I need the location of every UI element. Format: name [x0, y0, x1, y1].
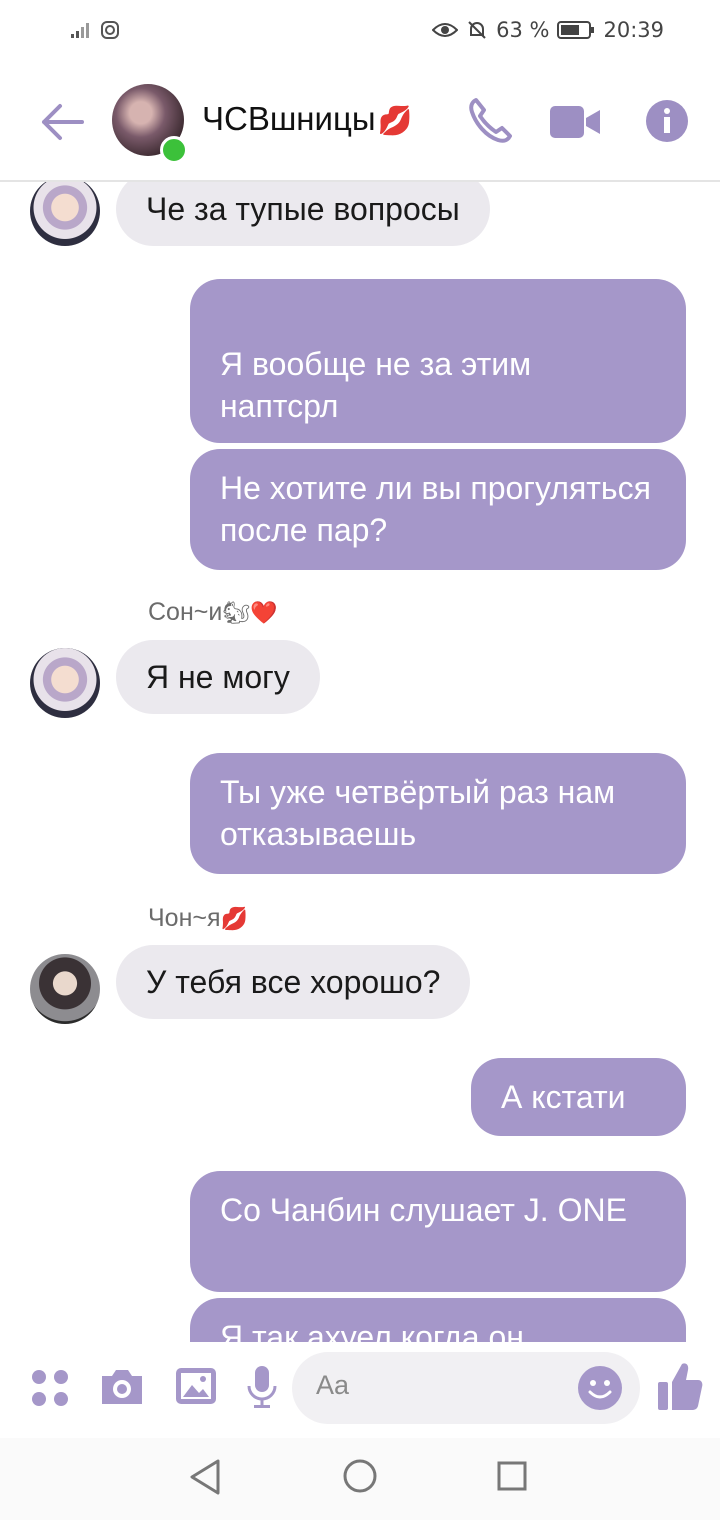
signal-icon [71, 23, 89, 38]
message-text: Че за тупые вопросы [146, 191, 460, 227]
outgoing-message[interactable]: Не хотите ли вы прогуляться после пар? [190, 449, 686, 570]
message-text: Я не могу [146, 659, 290, 695]
phone-icon[interactable] [466, 96, 514, 146]
squirrel-heart-emoji-icon: 🐿❤️ [222, 600, 278, 625]
outgoing-message[interactable]: Я вообще не за этим наптсрл [190, 279, 686, 443]
thumbs-up-icon[interactable] [656, 1360, 704, 1412]
message-text: Я вообще не за этим наптсрл [220, 346, 532, 424]
outgoing-message[interactable]: А кстати [471, 1058, 686, 1136]
incoming-message[interactable]: У тебя все хорошо? [116, 945, 471, 1019]
back-arrow-icon[interactable] [38, 100, 86, 144]
message-list[interactable]: Че за тупые вопросы Я вообще не за этим … [0, 182, 720, 1342]
sender-name-text: Чон~я [148, 904, 221, 932]
microphone-icon[interactable] [246, 1364, 278, 1410]
sender-avatar[interactable] [30, 954, 100, 1024]
nav-recents-icon[interactable] [496, 1460, 528, 1492]
message-text: У тебя все хорошо? [146, 964, 441, 1000]
status-bar: 63 % 20:39 [0, 0, 720, 62]
apps-icon[interactable] [30, 1368, 70, 1408]
outgoing-message[interactable]: Со Чанбин слушает J. ONE [190, 1171, 686, 1292]
message-text: А кстати [501, 1079, 626, 1115]
nav-back-icon[interactable] [188, 1458, 222, 1496]
gallery-icon[interactable] [174, 1364, 218, 1408]
incoming-message[interactable]: Я не могу [116, 640, 320, 714]
camera-icon[interactable] [98, 1366, 146, 1408]
sender-name: Сон~и🐿❤️ [148, 598, 278, 627]
message-input-placeholder: Aa [316, 1370, 350, 1400]
incoming-message[interactable]: Че за тупые вопросы [116, 182, 490, 246]
eye-icon [432, 23, 459, 37]
sender-avatar[interactable] [30, 648, 100, 718]
online-status-dot [160, 136, 188, 164]
instagram-icon [101, 21, 119, 39]
battery-icon [557, 21, 595, 39]
sender-name: Чон~я💋 [148, 904, 248, 933]
bell-muted-icon [468, 21, 486, 39]
system-nav-bar [0, 1438, 720, 1520]
sender-name-text: Сон~и [148, 598, 223, 626]
message-text: Не хотите ли вы прогуляться после пар? [220, 470, 651, 548]
chat-title[interactable]: ЧСВшницы💋 [202, 100, 412, 138]
battery-level: 63 % [496, 18, 550, 42]
message-text: Я так ахуел когда он [220, 1319, 524, 1342]
info-icon[interactable] [644, 98, 690, 144]
outgoing-message[interactable]: Ты уже четвёртый раз нам отказываешь [190, 753, 686, 874]
message-text: Со Чанбин слушает J. ONE [220, 1192, 627, 1228]
kiss-emoji-icon: 💋 [220, 906, 248, 931]
video-camera-icon[interactable] [548, 104, 602, 140]
message-text: Ты уже четвёртый раз нам отказываешь [220, 774, 616, 852]
kiss-emoji-icon: 💋 [377, 105, 413, 136]
chat-header: ЧСВшницы💋 [0, 62, 720, 182]
nav-home-icon[interactable] [342, 1458, 378, 1494]
message-input[interactable]: Aa [292, 1352, 640, 1424]
chat-title-text: ЧСВшницы [202, 100, 376, 137]
emoji-icon[interactable] [576, 1364, 624, 1412]
composer-bar: Aa [0, 1342, 720, 1438]
sender-avatar[interactable] [30, 182, 100, 246]
outgoing-message[interactable]: Я так ахуел когда он [190, 1298, 686, 1342]
clock: 20:39 [603, 18, 664, 42]
